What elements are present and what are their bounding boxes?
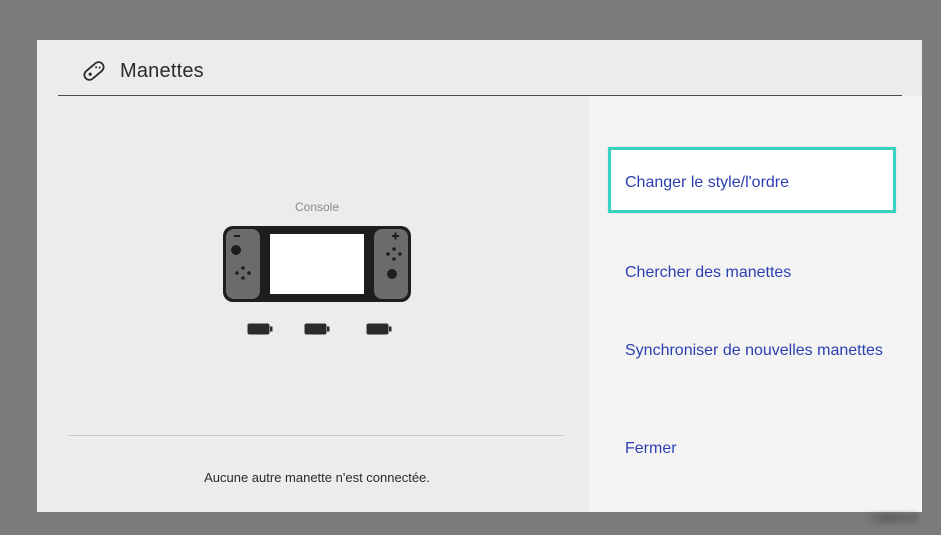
battery-icon: [247, 323, 273, 335]
page-title: Manettes: [120, 60, 204, 82]
menu-item-pair-new-controllers[interactable]: Synchroniser de nouvelles manettes: [609, 342, 885, 360]
controller-icon: [83, 61, 105, 81]
menu-panel: Changer le style/l'ordre Chercher des ma…: [589, 96, 922, 512]
battery-icon: [304, 323, 330, 335]
battery-icon: [366, 323, 392, 335]
controllers-overview: Console Aucune autre manette n'est conne…: [37, 96, 597, 512]
dialog-header: Manettes: [58, 40, 902, 96]
divider: [68, 435, 564, 436]
status-message: Aucune autre manette n'est connectée.: [204, 470, 430, 485]
console-label: Console: [294, 200, 340, 214]
menu-item-search-controllers[interactable]: Chercher des manettes: [609, 264, 909, 282]
footer-hint: [863, 513, 919, 523]
switch-console-icon: [223, 226, 411, 302]
menu-item-change-style-order[interactable]: Changer le style/l'ordre: [608, 147, 896, 213]
controllers-dialog: Manettes Console Aucune autre manette n'…: [37, 40, 922, 512]
menu-item-close[interactable]: Fermer: [609, 440, 909, 458]
screen-backdrop: Manettes Console Aucune autre manette n'…: [0, 0, 941, 535]
